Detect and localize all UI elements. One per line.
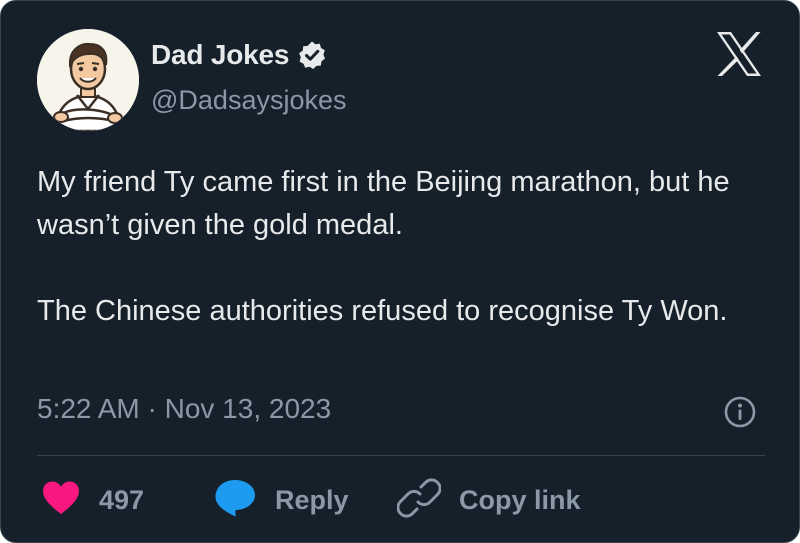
link-icon <box>396 476 442 525</box>
author-name[interactable]: Dad Jokes <box>151 39 289 71</box>
reply-button[interactable]: Reply <box>213 477 349 523</box>
author-handle[interactable]: @Dadsaysjokes <box>151 85 347 116</box>
like-button[interactable]: 497 <box>41 477 144 523</box>
author-name-row: Dad Jokes <box>151 39 327 71</box>
copy-link-button[interactable]: Copy link <box>396 476 581 525</box>
heart-icon <box>41 480 81 521</box>
verified-badge-icon <box>297 40 327 70</box>
copy-link-label: Copy link <box>459 484 581 515</box>
tweet-card: Dad Jokes @Dadsaysjokes My friend Ty cam… <box>0 0 800 543</box>
reply-label: Reply <box>275 484 349 515</box>
speech-bubble-icon <box>213 478 257 523</box>
tweet-text: My friend Ty came first in the Beijing m… <box>37 161 777 333</box>
tweet-paragraph: My friend Ty came first in the Beijing m… <box>37 166 730 241</box>
like-count: 497 <box>99 484 145 515</box>
divider <box>37 455 765 456</box>
tweet-paragraph: The Chinese authorities refused to recog… <box>37 295 728 327</box>
avatar[interactable] <box>37 29 139 131</box>
cartoon-dad-avatar <box>37 29 139 131</box>
action-bar: 497 Reply Copy link <box>37 477 777 523</box>
tweet-timestamp[interactable]: 5:22 AM · Nov 13, 2023 <box>37 393 331 425</box>
info-icon[interactable] <box>723 395 757 429</box>
x-logo-icon[interactable] <box>715 31 763 77</box>
